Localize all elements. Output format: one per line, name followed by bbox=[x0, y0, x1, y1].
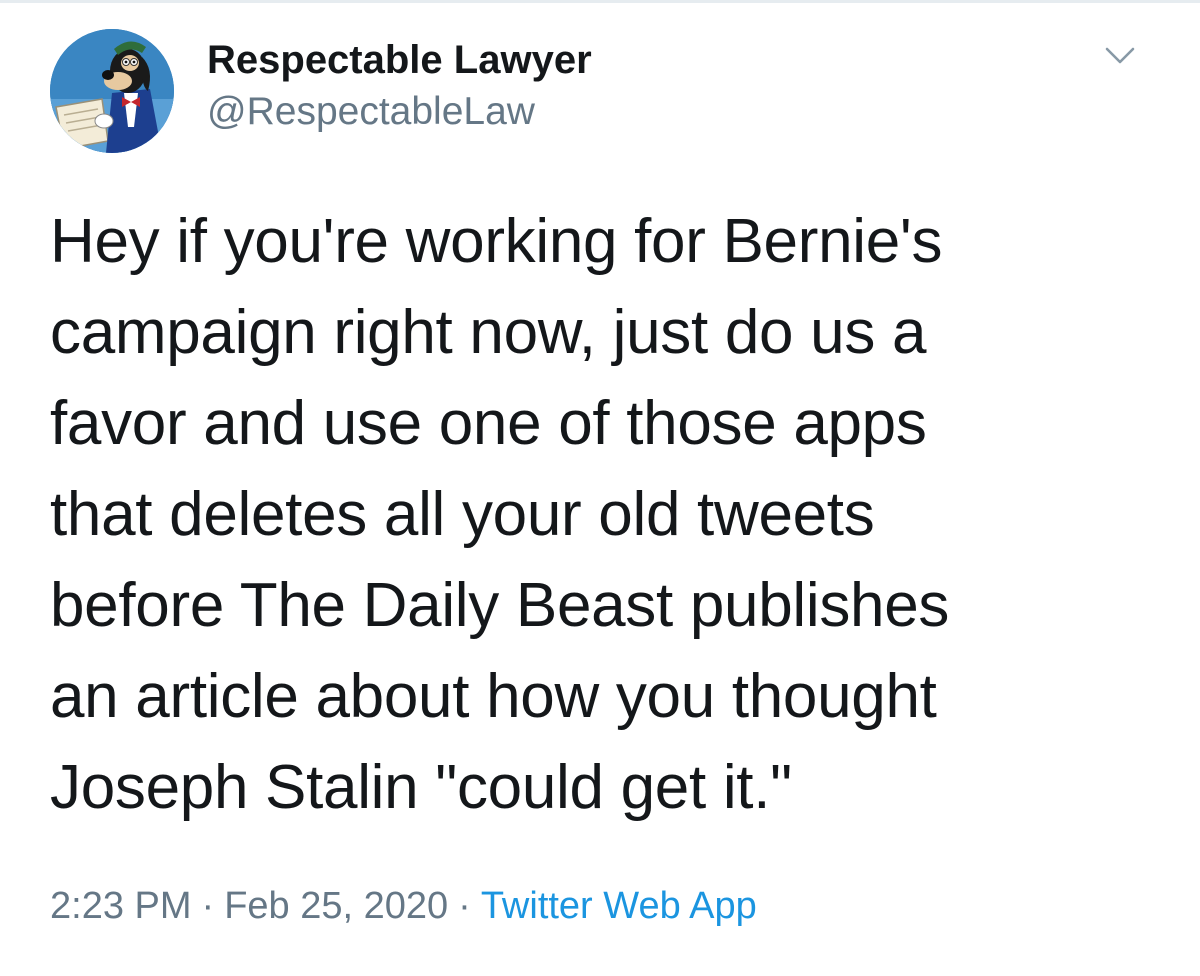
tweet-time[interactable]: 2:23 PM bbox=[50, 885, 192, 927]
tweet-menu-button[interactable] bbox=[1096, 36, 1144, 76]
tweet-text-line: Joseph Stalin "could get it." bbox=[50, 753, 792, 822]
tweet-text-line: an article about how you thought bbox=[50, 662, 937, 731]
tweet-text-line: campaign right now, just do us a bbox=[50, 298, 927, 367]
tweet-metadata: 2:23 PM · Feb 25, 2020 · Twitter Web App bbox=[50, 878, 757, 934]
tweet-text-line: favor and use one of those apps bbox=[50, 389, 927, 458]
tweet-text-line: Hey if you're working for Bernie's bbox=[50, 207, 943, 276]
author-display-name[interactable]: Respectable Lawyer bbox=[207, 36, 592, 84]
tweet-text: Hey if you're working for Bernie's campa… bbox=[50, 196, 1160, 833]
tweet-date[interactable]: Feb 25, 2020 bbox=[224, 885, 448, 927]
tweet-source-link[interactable]: Twitter Web App bbox=[481, 885, 757, 927]
chevron-down-icon bbox=[1105, 47, 1135, 64]
cartoon-dog-avatar-icon bbox=[50, 29, 174, 153]
author-handle[interactable]: @RespectableLaw bbox=[207, 88, 592, 136]
tweet-text-line: that deletes all your old tweets bbox=[50, 480, 875, 549]
avatar[interactable] bbox=[50, 29, 174, 153]
author-block: Respectable Lawyer @RespectableLaw bbox=[207, 36, 592, 136]
meta-separator: · bbox=[458, 885, 471, 927]
tweet-card: Respectable Lawyer @RespectableLaw Hey i… bbox=[0, 0, 1200, 976]
tweet-text-line: before The Daily Beast publishes bbox=[50, 571, 950, 640]
meta-separator: · bbox=[201, 885, 215, 927]
